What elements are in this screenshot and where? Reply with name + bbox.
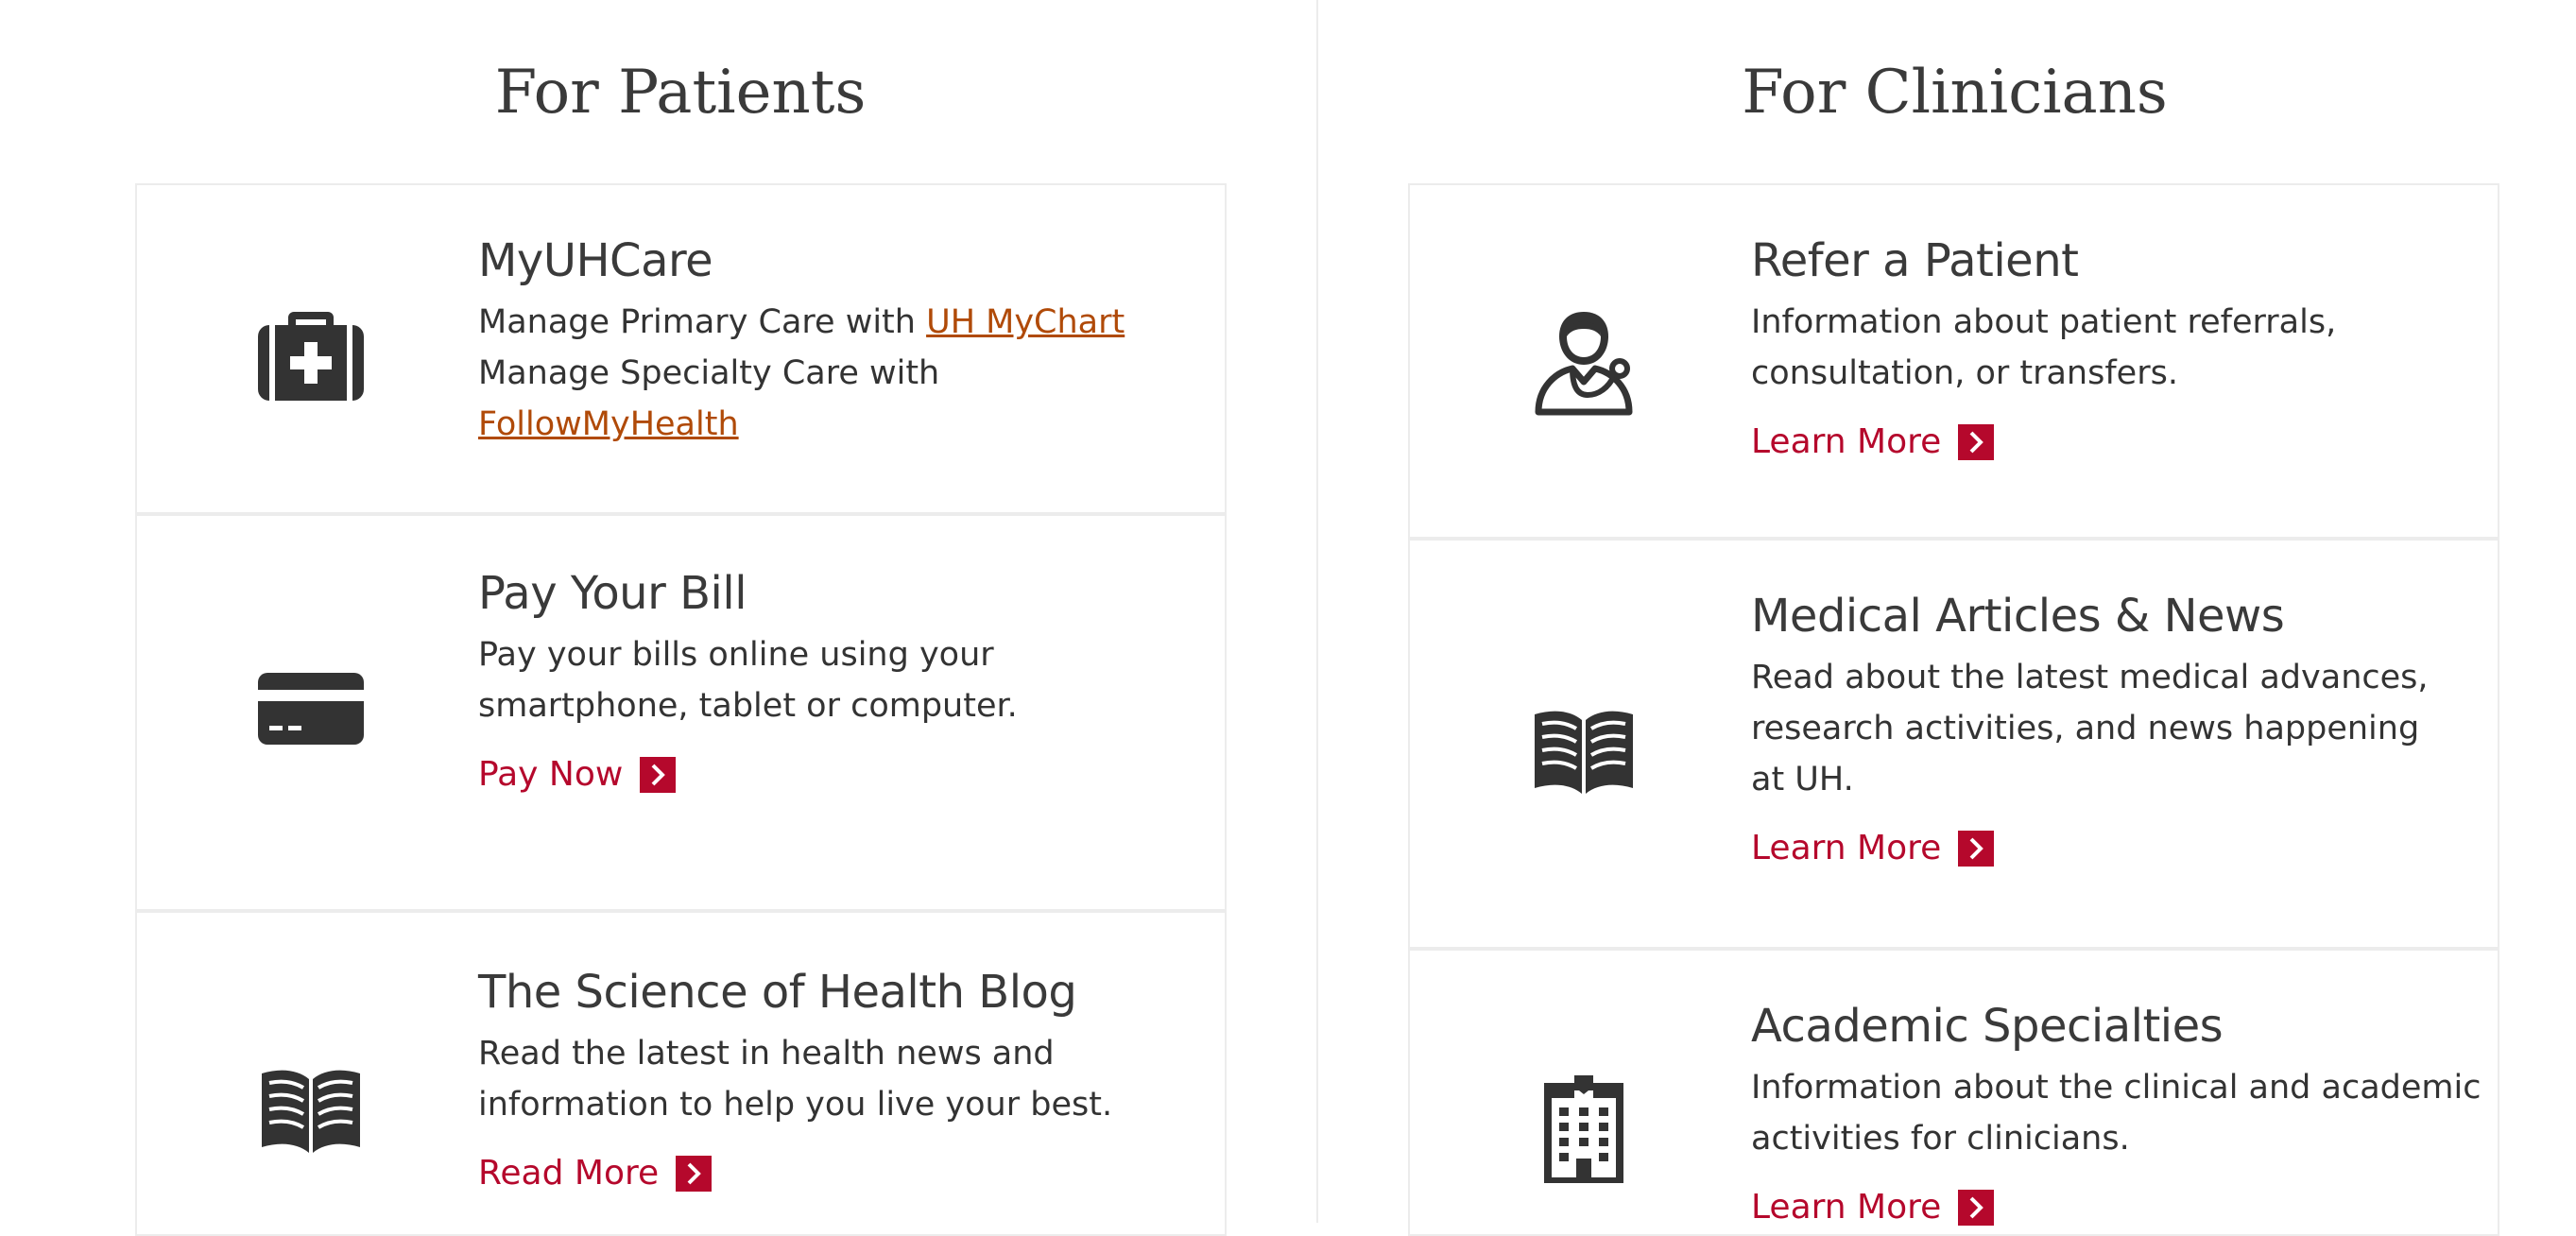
card-text: Information about patient referrals, con…	[1751, 303, 2337, 392]
chevron-right-icon	[1958, 831, 1995, 867]
open-book-icon	[1529, 695, 1639, 805]
first-aid-kit-icon	[256, 297, 366, 406]
chevron-right-icon	[640, 757, 677, 793]
cta-label: Learn More	[1751, 829, 1942, 867]
open-book-icon	[256, 1055, 366, 1164]
card-body: Medical Articles & News Read about the l…	[1751, 588, 2460, 871]
card-academic-specialties: Academic Specialties Information about t…	[1410, 951, 2498, 1234]
card-text: Manage Primary Care with UH MyChart Mana…	[478, 297, 1206, 450]
card-title: Refer a Patient	[1751, 234, 2079, 287]
uh-mychart-link[interactable]: UH MyChart	[926, 303, 1125, 341]
card-text: Information about the clinical and acade…	[1751, 1069, 2482, 1158]
cta-label: Learn More	[1751, 422, 1942, 461]
learn-more-link[interactable]: Learn More	[1751, 826, 1995, 871]
clinicians-heading: For Clinicians	[1742, 58, 2168, 128]
card-text: Read about the latest medical advances, …	[1751, 659, 2429, 798]
pay-now-link[interactable]: Pay Now	[478, 752, 677, 798]
learn-more-link[interactable]: Learn More	[1751, 1185, 1995, 1230]
chevron-right-icon	[1958, 424, 1995, 460]
card-body: Pay Your Bill Pay your bills online usin…	[478, 565, 1187, 798]
patients-heading: For Patients	[494, 58, 867, 128]
chevron-right-icon	[1958, 1190, 1995, 1226]
read-more-link[interactable]: Read More	[478, 1151, 713, 1196]
card-body: The Science of Health Blog Read the late…	[478, 964, 1187, 1196]
specialty-care-text: Manage Specialty Care with	[478, 354, 940, 392]
card-refer-a-patient: Refer a Patient Information about patien…	[1410, 185, 2498, 541]
patients-card-list: MyUHCare Manage Primary Care with UH MyC…	[135, 183, 1227, 1236]
card-title: The Science of Health Blog	[478, 966, 1077, 1019]
clinicians-column: For Clinicians Refer a Patient Informati…	[1318, 0, 2576, 1236]
card-myuhcare: MyUHCare Manage Primary Care with UH MyC…	[137, 185, 1225, 516]
card-science-of-health-blog: The Science of Health Blog Read the late…	[137, 913, 1225, 1234]
card-title: MyUHCare	[478, 234, 713, 287]
card-medical-articles-news: Medical Articles & News Read about the l…	[1410, 541, 2498, 951]
card-pay-your-bill: Pay Your Bill Pay your bills online usin…	[137, 516, 1225, 913]
cta-label: Pay Now	[478, 755, 624, 794]
card-text: Pay your bills online using your smartph…	[478, 636, 1018, 725]
cta-label: Learn More	[1751, 1188, 1942, 1227]
patients-column: For Patients MyUHCare Manage Primary Car…	[0, 0, 1316, 1236]
chevron-right-icon	[676, 1156, 713, 1192]
card-title: Academic Specialties	[1751, 1000, 2224, 1053]
card-body: Academic Specialties Information about t…	[1751, 998, 2481, 1230]
credit-card-icon	[256, 652, 366, 762]
card-title: Medical Articles & News	[1751, 590, 2285, 643]
card-title: Pay Your Bill	[478, 567, 747, 620]
hospital-building-icon	[1529, 1073, 1639, 1183]
card-body: Refer a Patient Information about patien…	[1751, 232, 2460, 465]
primary-care-text: Manage Primary Care with	[478, 303, 927, 341]
card-body: MyUHCare Manage Primary Care with UH MyC…	[478, 232, 1206, 450]
cta-label: Read More	[478, 1154, 660, 1193]
doctor-stethoscope-icon	[1529, 308, 1639, 418]
learn-more-link[interactable]: Learn More	[1751, 420, 1995, 465]
followmyhealth-link[interactable]: FollowMyHealth	[478, 405, 739, 443]
clinicians-card-list: Refer a Patient Information about patien…	[1408, 183, 2499, 1236]
card-text: Read the latest in health news and infor…	[478, 1035, 1113, 1124]
